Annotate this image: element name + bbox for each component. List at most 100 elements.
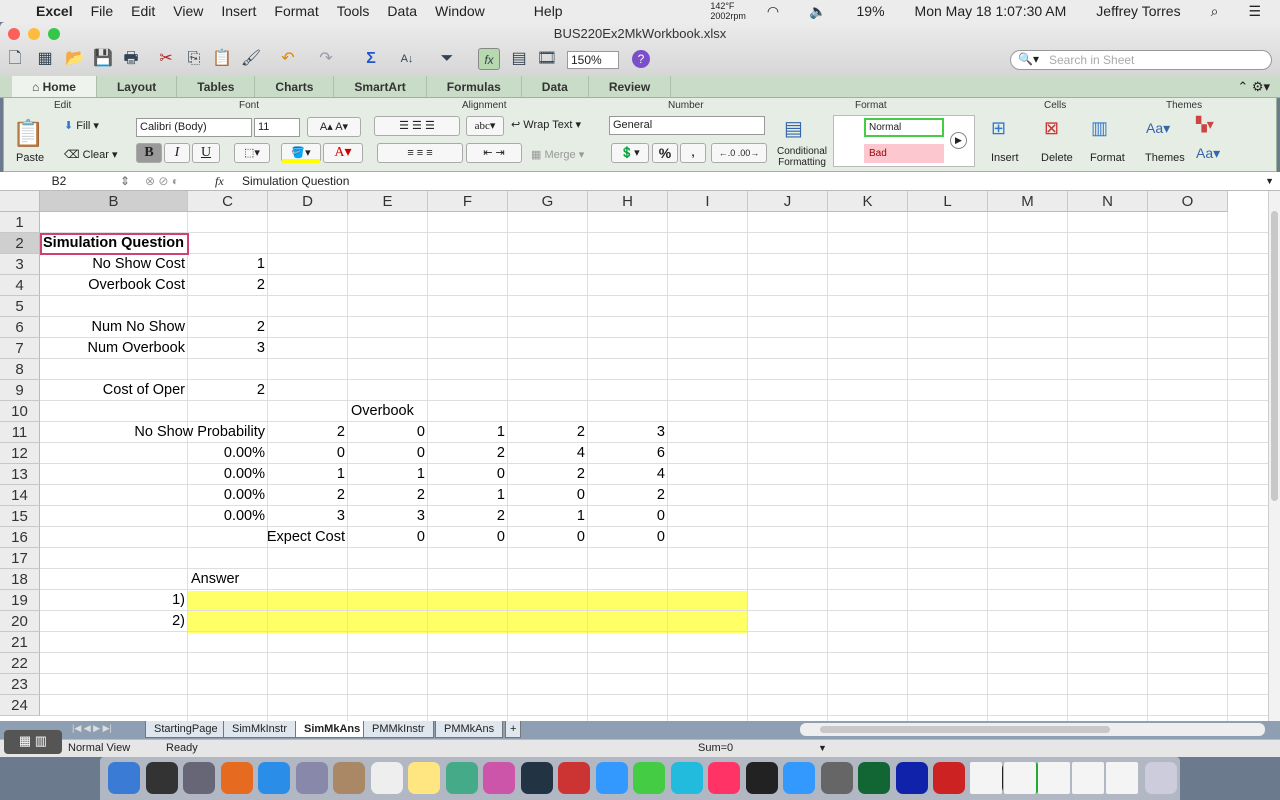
column-header-N[interactable]: N	[1068, 191, 1148, 212]
cell-E10[interactable]: Overbook	[348, 401, 417, 422]
conditional-formatting-icon[interactable]: ▤	[784, 116, 803, 141]
italic-button[interactable]: I	[164, 143, 190, 163]
row-header-14[interactable]: 14	[0, 485, 40, 506]
cell-D14[interactable]: 2	[334, 485, 348, 506]
cell-E15[interactable]: 3	[414, 506, 428, 527]
cell-E11[interactable]: 0	[414, 422, 428, 443]
select-all-corner[interactable]	[0, 191, 40, 212]
sheet-tab-startingpage[interactable]: StartingPage	[145, 721, 227, 738]
clear-button[interactable]: ⌫ Clear ▾	[64, 148, 118, 161]
autosum-icon[interactable]: Σ	[360, 48, 382, 70]
cell-C14[interactable]: 0.00%	[221, 485, 268, 506]
save-icon[interactable]: 💾	[92, 48, 114, 70]
print-icon[interactable]: 🖶	[120, 48, 142, 70]
column-header-M[interactable]: M	[988, 191, 1068, 212]
accounting-format-button[interactable]: 💲▾	[611, 143, 649, 163]
delete-button[interactable]: Delete	[1041, 152, 1073, 164]
insert-cells-icon[interactable]: ⊞	[991, 118, 1006, 139]
row-header-15[interactable]: 15	[0, 506, 40, 527]
user-name[interactable]: Jeffrey Torres	[1096, 3, 1180, 19]
dock-app-icon[interactable]	[445, 762, 478, 794]
cell-B19[interactable]: 1)	[169, 590, 188, 611]
function-icon[interactable]: fx	[215, 172, 224, 190]
cell-B9[interactable]: Cost of Oper	[100, 380, 188, 401]
row-header-10[interactable]: 10	[0, 401, 40, 422]
cell-H11[interactable]: 3	[654, 422, 668, 443]
cell-E16[interactable]: 0	[414, 527, 428, 548]
dock-app-icon[interactable]	[220, 762, 253, 794]
menu-tools[interactable]: Tools	[337, 3, 370, 19]
conditional-formatting-button[interactable]: Conditional Formatting	[772, 146, 832, 168]
font-name-select[interactable]: Calibri (Body)	[136, 118, 252, 137]
trash-icon[interactable]	[1145, 762, 1177, 794]
cell-H14[interactable]: 2	[654, 485, 668, 506]
dock-app-icon[interactable]	[933, 762, 965, 794]
sum-readout[interactable]: Sum=0	[698, 740, 733, 757]
wrap-text-button[interactable]: ↩ Wrap Text ▾	[511, 118, 581, 131]
menu-window[interactable]: Window	[435, 3, 485, 19]
row-header-11[interactable]: 11	[0, 422, 40, 443]
underline-button[interactable]: U	[192, 143, 220, 163]
merge-button[interactable]: ▦ Merge ▾	[531, 148, 584, 161]
cell-C12[interactable]: 0.00%	[221, 443, 268, 464]
cell-F14[interactable]: 1	[494, 485, 508, 506]
style-normal[interactable]: Normal	[864, 118, 944, 137]
column-header-O[interactable]: O	[1148, 191, 1228, 212]
spotlight-icon[interactable]: ⌕	[1211, 3, 1219, 20]
sheet-tab-simmkans[interactable]: SimMkAns	[295, 721, 370, 738]
worksheet-grid[interactable]: B C D E F G H I J K L M N O 1 2 3 4 5 6 7 8 9 10 11 12 13 14 15 16 17 1…	[0, 191, 1268, 721]
theme-fonts-icon[interactable]: Aa▾	[1196, 145, 1220, 162]
ribbon-collapse-and-settings-icon[interactable]: ⌃ ⚙▾	[1237, 76, 1270, 98]
row-header-22[interactable]: 22	[0, 653, 40, 674]
dock-app-icon[interactable]	[295, 762, 328, 794]
row-header-17[interactable]: 17	[0, 548, 40, 569]
tab-home[interactable]: ⌂ Home	[12, 76, 97, 97]
comma-button[interactable]: ,	[680, 143, 706, 163]
dock-app-icon[interactable]	[670, 762, 703, 794]
sum-dropdown-icon[interactable]: ▼	[818, 740, 827, 757]
dock-app-icon[interactable]	[483, 762, 515, 794]
fill-color-button[interactable]: 🪣▾	[281, 143, 321, 163]
dock-app-icon[interactable]	[520, 762, 553, 794]
cell-G15[interactable]: 1	[574, 506, 588, 527]
copy-icon[interactable]: ⎘	[183, 48, 205, 70]
notification-center-icon[interactable]: ☰	[1248, 3, 1261, 20]
row-header-4[interactable]: 4	[0, 275, 40, 296]
themes-icon[interactable]: Aa▾	[1146, 120, 1170, 137]
cell-C11[interactable]: No Show Probability	[131, 422, 268, 443]
format-cells-icon[interactable]: ▥	[1091, 118, 1108, 139]
cell-F12[interactable]: 2	[494, 443, 508, 464]
vertical-scrollbar[interactable]	[1268, 191, 1280, 721]
row-header-7[interactable]: 7	[0, 338, 40, 359]
horizontal-align-buttons[interactable]: ≡ ≡ ≡	[377, 143, 463, 163]
cell-D11[interactable]: 2	[334, 422, 348, 443]
cell-B4[interactable]: Overbook Cost	[85, 275, 188, 296]
dock-document-icon[interactable]	[970, 762, 1002, 794]
gallery-icon[interactable]: ▤	[508, 48, 530, 70]
dock-app-icon[interactable]	[820, 762, 853, 794]
paste-clipboard-icon[interactable]: 📋	[12, 118, 44, 149]
row-header-24[interactable]: 24	[0, 695, 40, 716]
row-header-6[interactable]: 6	[0, 317, 40, 338]
themes-button[interactable]: Themes	[1145, 152, 1185, 164]
orientation-button[interactable]: abc▾	[466, 116, 504, 136]
row-header-5[interactable]: 5	[0, 296, 40, 317]
filter-icon[interactable]: ⏷	[436, 48, 458, 70]
sheet-tab-pmmkinstr[interactable]: PMMkInstr	[363, 721, 434, 738]
cell-G12[interactable]: 4	[574, 443, 588, 464]
name-box[interactable]: B2	[0, 172, 118, 190]
templates-icon[interactable]: ▦	[34, 48, 56, 70]
row-header-12[interactable]: 12	[0, 443, 40, 464]
column-header-J[interactable]: J	[748, 191, 828, 212]
paste-button[interactable]: Paste	[16, 152, 44, 164]
cell-G11[interactable]: 2	[574, 422, 588, 443]
dock-app-icon[interactable]	[745, 762, 778, 794]
cell-G16[interactable]: 0	[574, 527, 588, 548]
cell-C3[interactable]: 1	[254, 254, 268, 275]
cell-C4[interactable]: 2	[254, 275, 268, 296]
search-sheet-input[interactable]: Search in Sheet	[1010, 50, 1272, 70]
column-header-G[interactable]: G	[508, 191, 588, 212]
column-header-D[interactable]: D	[268, 191, 348, 212]
cell-H15[interactable]: 0	[654, 506, 668, 527]
row-header-1[interactable]: 1	[0, 212, 40, 233]
